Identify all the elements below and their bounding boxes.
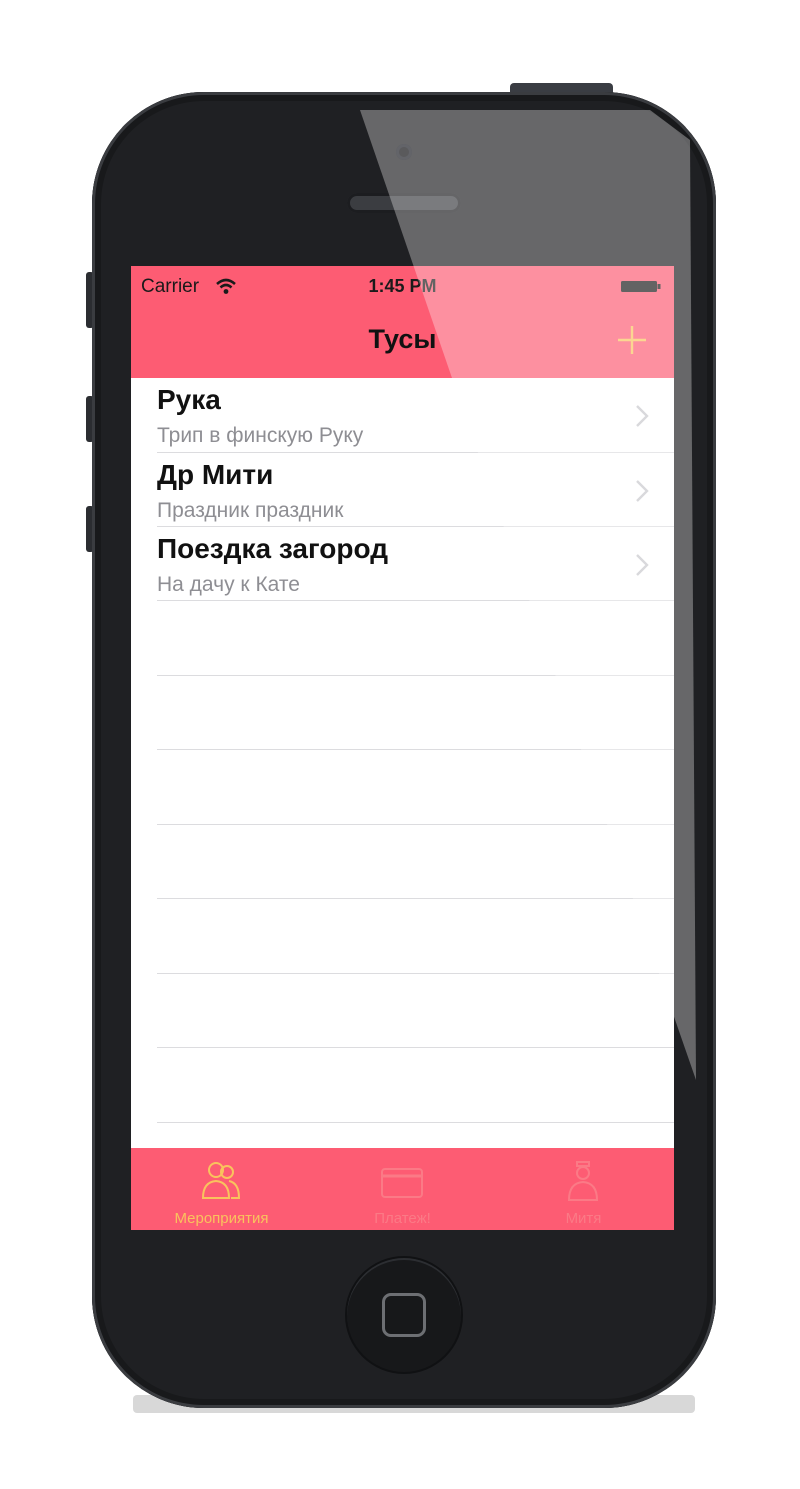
chevron-right-icon <box>636 554 649 576</box>
event-subtitle: На дачу к Кате <box>157 573 300 596</box>
chevron-right-icon <box>636 405 649 427</box>
tab-payment[interactable]: Платеж! <box>312 1148 493 1230</box>
row-separator <box>157 973 674 974</box>
earpiece-speaker <box>347 193 461 213</box>
tab-label: Митя <box>565 1210 602 1227</box>
tab-bar: Мероприятия Платеж! Митя <box>131 1148 674 1230</box>
tab-events[interactable]: Мероприятия <box>131 1148 312 1230</box>
row-separator <box>157 749 674 750</box>
row-separator <box>157 1122 674 1123</box>
tab-label: Мероприятия <box>174 1210 269 1227</box>
people-icon <box>201 1162 241 1199</box>
event-title: Др Мити <box>157 458 274 490</box>
page-title: Тусы <box>368 324 437 354</box>
event-title: Поездка загород <box>157 533 388 564</box>
status-bar: Carrier 1:45 PM <box>131 266 674 306</box>
person-icon <box>567 1161 599 1201</box>
screen: Carrier 1:45 PM Тусы Рука Трип в финскую… <box>131 266 674 1230</box>
front-camera <box>396 144 412 160</box>
events-table: Рука Трип в финскую Руку Др Мити Праздни… <box>131 378 674 1148</box>
home-square-icon <box>382 1293 426 1337</box>
add-event-button[interactable] <box>609 320 655 360</box>
row-separator <box>157 526 674 527</box>
event-row[interactable]: Рука Трип в финскую Руку <box>131 378 674 453</box>
event-subtitle: Праздник праздник <box>157 498 344 522</box>
row-separator <box>157 898 674 899</box>
tab-profile[interactable]: Митя <box>493 1148 674 1230</box>
battery-icon <box>621 281 661 292</box>
plus-icon <box>618 326 646 354</box>
row-separator <box>157 675 674 676</box>
card-icon <box>381 1168 423 1198</box>
event-row[interactable]: Др Мити Праздник праздник <box>131 453 674 528</box>
top-bar: Carrier 1:45 PM Тусы <box>131 266 674 378</box>
row-separator <box>157 452 674 453</box>
row-separator <box>157 824 674 825</box>
row-separator <box>157 600 674 601</box>
status-time: 1:45 PM <box>368 276 437 296</box>
event-row[interactable]: Поездка загород На дачу к Кате <box>131 527 674 602</box>
event-subtitle: Трип в финскую Руку <box>157 424 364 447</box>
home-button[interactable] <box>347 1258 461 1372</box>
chevron-right-icon <box>636 479 649 502</box>
row-separator <box>157 1047 674 1048</box>
tab-label: Платеж! <box>374 1210 431 1227</box>
event-title: Рука <box>157 384 221 415</box>
